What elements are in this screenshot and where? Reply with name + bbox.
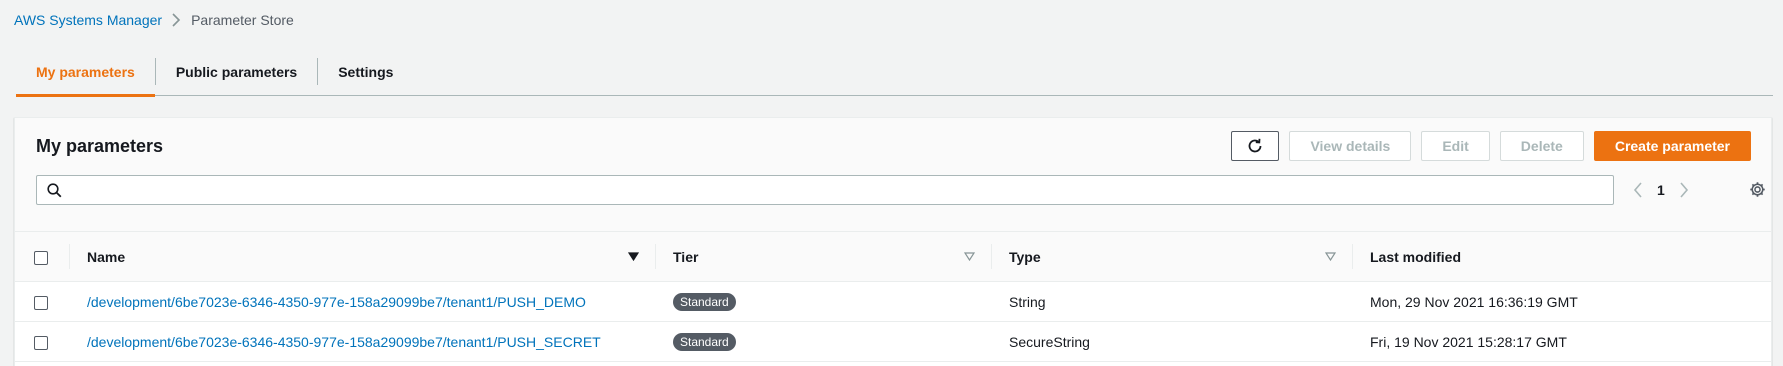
- column-label: Name: [87, 248, 126, 265]
- panel-header: My parameters View details Edit Delete C…: [15, 118, 1771, 232]
- caret-down-filled-icon[interactable]: [628, 252, 639, 261]
- tier-cell: Standard: [655, 322, 991, 362]
- gear-icon[interactable]: [1749, 181, 1766, 198]
- parameter-name-cell: /development/6be7023e-6346-4350-977e-158…: [69, 282, 655, 322]
- search-icon: [47, 182, 62, 198]
- last-modified-cell: Mon, 29 Nov 2021 16:36:19 GMT: [1370, 293, 1578, 310]
- tier-badge: Standard: [673, 292, 736, 311]
- edit-button[interactable]: Edit: [1421, 131, 1490, 161]
- tier-badge: Standard: [673, 332, 736, 351]
- column-header-tier[interactable]: Tier: [655, 232, 991, 282]
- chevron-right-icon[interactable]: [1679, 182, 1689, 198]
- table-header-row: Name Tier Type Last modified: [15, 232, 1771, 282]
- tab-my-parameters[interactable]: My parameters: [16, 48, 155, 97]
- panel-title: My parameters: [36, 136, 164, 156]
- column-header-last-modified[interactable]: Last modified: [1352, 232, 1771, 282]
- chevron-left-icon[interactable]: [1633, 182, 1643, 198]
- breadcrumb-systems-manager-link[interactable]: AWS Systems Manager: [14, 12, 162, 28]
- breadcrumb: AWS Systems Manager Parameter Store: [14, 12, 294, 28]
- column-separator: [69, 244, 70, 269]
- column-label: Type: [1009, 248, 1041, 265]
- delete-button[interactable]: Delete: [1499, 131, 1584, 161]
- action-bar: View details Edit Delete Create paramete…: [1231, 131, 1751, 161]
- chevron-right-icon: [172, 13, 181, 27]
- parameters-table: Name Tier Type Last modified /developmen…: [15, 232, 1771, 362]
- row-checkbox[interactable]: [34, 295, 48, 310]
- column-separator: [991, 244, 992, 269]
- create-parameter-button[interactable]: Create parameter: [1593, 131, 1751, 161]
- breadcrumb-current: Parameter Store: [191, 12, 294, 28]
- caret-down-outline-icon[interactable]: [964, 252, 975, 261]
- pagination: 1: [1633, 175, 1689, 205]
- refresh-button[interactable]: [1231, 131, 1280, 161]
- column-header-type[interactable]: Type: [991, 232, 1352, 282]
- view-details-button[interactable]: View details: [1289, 131, 1412, 161]
- last-modified-cell: Fri, 19 Nov 2021 15:28:17 GMT: [1370, 333, 1567, 350]
- caret-down-outline-icon[interactable]: [1325, 252, 1336, 261]
- column-header-name[interactable]: Name: [69, 232, 655, 282]
- parameter-name-link[interactable]: /development/6be7023e-6346-4350-977e-158…: [69, 294, 586, 310]
- tier-cell: Standard: [655, 282, 991, 322]
- search-box: [36, 175, 1614, 205]
- parameter-name-cell: /development/6be7023e-6346-4350-977e-158…: [69, 322, 655, 362]
- type-cell: SecureString: [1009, 333, 1090, 350]
- table-row[interactable]: /development/6be7023e-6346-4350-977e-158…: [15, 282, 1771, 322]
- column-separator: [655, 244, 656, 269]
- parameter-name-link[interactable]: /development/6be7023e-6346-4350-977e-158…: [69, 334, 601, 350]
- column-separator: [1352, 244, 1353, 269]
- type-cell: String: [1009, 293, 1046, 310]
- tab-settings[interactable]: Settings: [318, 48, 413, 95]
- select-all-cell: [15, 232, 69, 282]
- tab-public-parameters[interactable]: Public parameters: [156, 48, 317, 95]
- parameters-panel: My parameters View details Edit Delete C…: [14, 117, 1772, 366]
- row-select-cell: [15, 282, 69, 322]
- refresh-icon: [1246, 137, 1264, 155]
- table-row[interactable]: /development/6be7023e-6346-4350-977e-158…: [15, 322, 1771, 362]
- row-select-cell: [15, 322, 69, 362]
- column-label: Last modified: [1370, 248, 1462, 265]
- search-input[interactable]: [70, 177, 1613, 203]
- select-all-checkbox[interactable]: [34, 250, 48, 265]
- page-number[interactable]: 1: [1657, 182, 1665, 198]
- row-checkbox[interactable]: [34, 335, 48, 350]
- column-label: Tier: [673, 248, 699, 265]
- tab-bar: My parameters Public parameters Settings: [16, 48, 1773, 97]
